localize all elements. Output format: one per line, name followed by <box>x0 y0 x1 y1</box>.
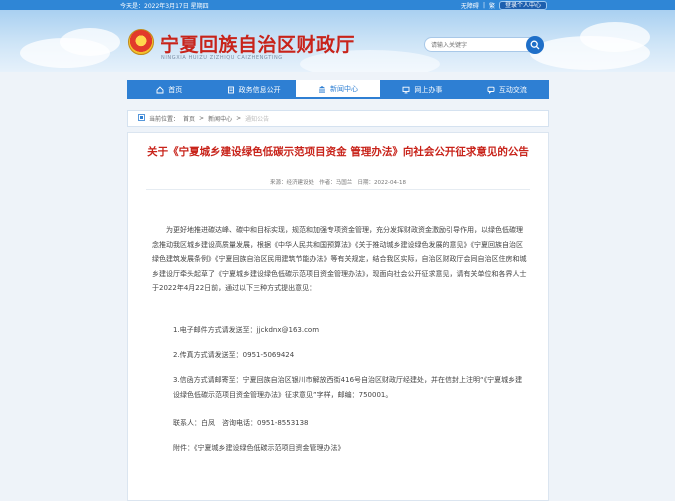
site-subtitle: NINGXIA HUIZU ZIZHIQU CAIZHENGTING <box>161 55 283 61</box>
monitor-icon <box>402 86 410 94</box>
search-icon <box>530 40 540 50</box>
main-nav: 首页 政务信息公开 新闻中心 网上办事 互动交流 <box>127 80 549 99</box>
email-line: 1.电子邮件方式请发送至：jjckdnx@163.com <box>173 326 320 334</box>
breadcrumb-prefix: 当前位置： <box>149 116 180 123</box>
traditional-chinese-link[interactable]: 繁 <box>489 1 495 10</box>
nav-online-services[interactable]: 网上办事 <box>380 80 464 99</box>
nav-home[interactable]: 首页 <box>127 80 211 99</box>
nav-news-center[interactable]: 新闻中心 <box>295 80 381 99</box>
breadcrumb-current: 通知公告 <box>245 116 270 123</box>
nav-government-info[interactable]: 政务信息公开 <box>211 80 295 99</box>
nav-label: 新闻中心 <box>330 84 359 93</box>
national-emblem-icon <box>128 29 154 55</box>
article: 关于《宁夏城乡建设绿色低碳示范项目资金 管理办法》向社会公开征求意见的公告 来源… <box>127 132 549 501</box>
search-button[interactable] <box>526 36 544 54</box>
nav-interaction[interactable]: 互动交流 <box>465 80 549 99</box>
search-box <box>424 36 544 54</box>
author-value: 马国兰 <box>335 180 353 186</box>
article-paragraph: 为更好地推进碳达峰、碳中和目标实现，规范和加强专项资金管理，充分发挥财政资金激励… <box>152 226 527 292</box>
mail-paragraph: 3.信函方式请邮寄至：宁夏回族自治区银川市解放西街416号自治区财政厅经建处，并… <box>173 376 523 399</box>
chat-icon <box>487 86 495 94</box>
nav-label: 政务信息公开 <box>238 85 281 94</box>
top-bar: 今天是：2022年3月17日 星期四 无障碍 | 繁 登录个人中心 <box>0 0 675 10</box>
login-button[interactable]: 登录个人中心 <box>498 1 547 10</box>
divider <box>146 189 530 190</box>
fax-line: 2.传真方式请发送至：0951-5069424 <box>173 351 295 359</box>
site-header: 宁夏回族自治区财政厅 NINGXIA HUIZU ZIZHIQU CAIZHEN… <box>0 10 675 72</box>
cloud-decoration <box>60 28 120 56</box>
author-label: 作者： <box>319 180 336 186</box>
source-value: 经济建设处 <box>286 180 314 186</box>
document-icon <box>227 86 235 94</box>
nav-label: 互动交流 <box>498 85 527 94</box>
date-label: 日期： <box>357 180 375 186</box>
site-title: 宁夏回族自治区财政厅 <box>160 34 356 56</box>
current-date: 今天是：2022年3月17日 星期四 <box>120 3 209 10</box>
breadcrumb-home[interactable]: 首页 <box>183 114 195 123</box>
breadcrumb-section[interactable]: 新闻中心 <box>208 114 232 123</box>
breadcrumb-separator: > <box>236 115 242 122</box>
breadcrumb-separator: > <box>199 115 205 122</box>
location-icon <box>138 114 145 123</box>
date-value: 2022-04-18 <box>374 180 407 186</box>
search-input[interactable] <box>431 40 521 50</box>
article-title: 关于《宁夏城乡建设绿色低碳示范项目资金 管理办法》向社会公开征求意见的公告 <box>147 146 529 158</box>
top-links: 无障碍 | 繁 登录个人中心 <box>461 1 547 10</box>
article-meta: 来源：经济建设处 作者：马国兰 日期：2022-04-18 <box>128 178 548 186</box>
source-label: 来源： <box>269 180 287 186</box>
building-icon <box>318 85 326 93</box>
cloud-decoration <box>580 22 650 52</box>
home-icon <box>156 85 164 94</box>
accessibility-link[interactable]: 无障碍 <box>461 1 479 10</box>
nav-label: 首页 <box>168 85 183 94</box>
attachment-link[interactable]: 附件：《宁夏城乡建设绿色低碳示范项目资金管理办法》 <box>173 443 345 453</box>
breadcrumb: 当前位置： 首页 > 新闻中心 > 通知公告 <box>127 110 549 127</box>
contact-line: 联系人：白凤 咨询电话：0951-8553138 <box>173 419 309 427</box>
nav-label: 网上办事 <box>414 85 443 94</box>
